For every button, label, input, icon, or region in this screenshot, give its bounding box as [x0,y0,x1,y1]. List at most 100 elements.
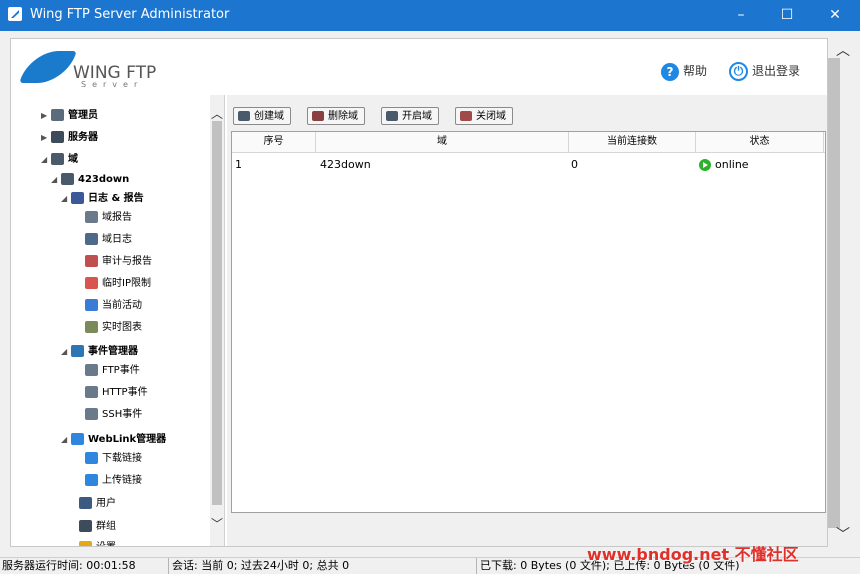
tree-toggle-icon[interactable]: ▶ [41,107,51,125]
row-index: 1 [235,158,242,171]
tree-item[interactable]: 群组 [69,518,116,536]
row-domain: 423down [320,158,371,171]
users-icon [79,497,92,509]
tree-item-label: 服务器 [68,132,98,143]
http-icon [85,386,98,398]
tree-item[interactable]: 域报告 [75,209,132,227]
report-icon [71,192,84,204]
uptime-status: 服务器运行时间: 00:01:58 [0,558,169,574]
settings-icon [79,541,92,546]
tree-item[interactable]: 设置 [69,539,116,546]
stop-domain-icon [460,111,472,121]
tree-item-label: HTTP事件 [102,387,148,398]
tree-scroll-up-icon[interactable]: ︿ [210,105,224,122]
create-domain-button[interactable]: 创建域 [233,107,291,125]
help-label: 帮助 [683,64,708,78]
monitor-icon [85,233,98,245]
power-icon: ⏻ [729,62,748,81]
document-icon [85,255,98,267]
tree-item[interactable]: ◢ 日志 & 报告 [61,190,144,208]
logout-link[interactable]: ⏻ 退出登录 [729,61,800,81]
globe-icon [71,433,84,445]
tree-item-label: 实时图表 [102,322,142,333]
admin-frame: WING FTP Server ? 帮助 ⏻ 退出登录 ▶ 管理员 ▶ 服务器 ◢ 域 ◢ 423… [10,38,828,547]
tree-toggle-icon[interactable]: ▶ [41,129,51,147]
delete-domain-button[interactable]: 删除域 [307,107,365,125]
tree-item[interactable]: ◢ WebLink管理器 [61,431,166,449]
tree-item[interactable]: FTP事件 [75,362,140,380]
logo-swoosh-icon [19,51,77,83]
minimize-button[interactable]: – [718,0,764,31]
col-connections[interactable]: 当前连接数 [569,132,696,152]
tree-item[interactable]: 上传链接 [75,472,142,490]
col-domain[interactable]: 域 [316,132,569,152]
tree-item-label: FTP事件 [102,365,140,376]
tree-item[interactable]: ▶ 管理员 [41,107,98,125]
tree-item[interactable]: HTTP事件 [75,384,148,402]
tree-item[interactable]: ▶ 服务器 [41,129,98,147]
chart-icon [85,321,98,333]
outer-scroll-thumb[interactable] [828,58,840,528]
tree-scroll-thumb[interactable] [212,121,222,505]
upload-link-icon [85,474,98,486]
tree-toggle-icon[interactable]: ◢ [61,343,71,361]
maximize-button[interactable]: ☐ [764,0,810,31]
tree-item[interactable]: ◢ 域 [41,151,78,169]
start-domain-label: 开启域 [402,111,432,122]
outer-scrollbar[interactable]: ︿ ﹀ [826,38,860,545]
tree-toggle-icon[interactable]: ◢ [41,151,51,169]
domain-icon [51,153,64,165]
tree-item-label: 上传链接 [102,475,142,486]
row-status: online [699,156,749,174]
watermark: www.bndog.net 不懂社区 [587,545,799,564]
grid-header: 序号 域 当前连接数 状态 [232,132,825,153]
col-status[interactable]: 状态 [696,132,824,152]
tree-scroll-down-icon[interactable]: ﹀ [210,515,224,532]
tree-item[interactable]: SSH事件 [75,406,142,424]
tree-item[interactable]: ◢ 事件管理器 [61,343,138,361]
tree-item[interactable]: 实时图表 [75,319,142,337]
delete-domain-label: 删除域 [328,111,358,122]
scroll-up-icon[interactable]: ︿ [826,40,860,60]
ftp-icon [85,364,98,376]
scroll-down-icon[interactable]: ﹀ [826,524,860,544]
tree-scrollbar[interactable]: ︿ ﹀ [210,95,224,546]
navigation-tree: ▶ 管理员 ▶ 服务器 ◢ 域 ◢ 423down ◢ 日志 & 报告 域报告 域日志 审计与报告 临时I… [13,95,225,546]
stop-domain-button[interactable]: 关闭域 [455,107,513,125]
tree-toggle-icon[interactable]: ◢ [61,431,71,449]
wingftp-logo: WING FTP Server [19,47,165,91]
server-icon [51,131,64,143]
tree-item-label: 域报告 [102,212,132,223]
tree-item[interactable]: 用户 [69,495,116,513]
window-title: Wing FTP Server Administrator [30,7,230,22]
tree-item-label: 事件管理器 [88,346,138,357]
logo-sub: Server [81,80,144,89]
title-bar: Wing FTP Server Administrator – ☐ ✕ [0,0,860,31]
tree-item[interactable]: 域日志 [75,231,132,249]
row-status-label: online [715,158,749,171]
tree-item[interactable]: ◢ 423down [51,171,129,189]
row-connections: 0 [571,158,578,171]
tree-item-label: 域日志 [102,234,132,245]
start-domain-button[interactable]: 开启域 [381,107,439,125]
tree-item-label: 审计与报告 [102,256,152,267]
tree-toggle-icon[interactable]: ◢ [51,171,61,189]
ssh-icon [85,408,98,420]
delete-domain-icon [312,111,324,121]
tree-toggle-icon[interactable]: ◢ [61,190,71,208]
tree-item-label: SSH事件 [102,409,143,420]
tree-item[interactable]: 审计与报告 [75,253,152,271]
tree-item[interactable]: 下载链接 [75,450,142,468]
download-link-icon [85,452,98,464]
activity-icon [85,299,98,311]
header: WING FTP Server ? 帮助 ⏻ 退出登录 [11,39,827,95]
help-link[interactable]: ? 帮助 [661,61,707,81]
tree-item[interactable]: 当前活动 [75,297,142,315]
start-domain-icon [386,111,398,121]
sessions-status: 会话: 当前 0; 过去24小时 0; 总共 0 [170,558,477,574]
tree-item[interactable]: 临时IP限制 [75,275,151,293]
col-index[interactable]: 序号 [232,132,316,152]
domain-panel: 创建域 删除域 开启域 关闭域 序号 域 当前连接数 状态 1 423down … [227,95,827,546]
domain-icon [61,173,74,185]
close-button[interactable]: ✕ [812,0,858,31]
